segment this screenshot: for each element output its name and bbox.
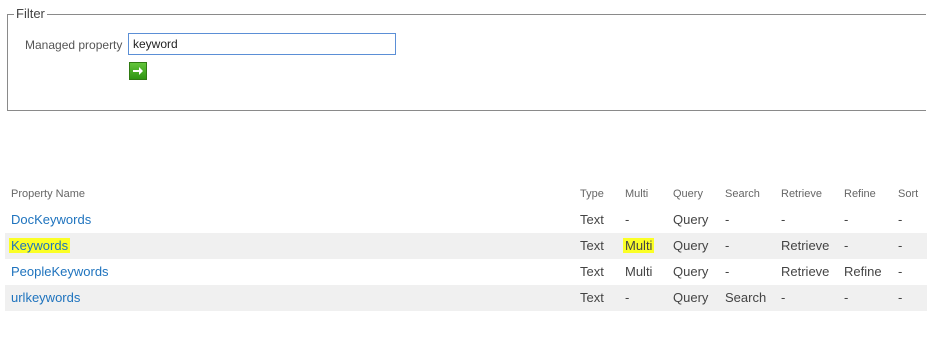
table-row: DocKeywords Text - Query - - - - <box>5 207 927 233</box>
managed-property-input[interactable] <box>128 33 396 55</box>
cell-retrieve: - <box>781 290 786 305</box>
cell-refine: Refine <box>844 264 882 279</box>
cell-sort: - <box>898 264 903 279</box>
cell-type: Text <box>580 212 604 227</box>
cell-sort: - <box>898 212 903 227</box>
cell-query: Query <box>673 264 709 279</box>
table-row: Keywords Text Multi Query - Retrieve - - <box>5 233 927 259</box>
table-row: urlkeywords Text - Query Search - - - <box>5 285 927 311</box>
cell-refine: - <box>844 212 849 227</box>
cell-multi: - <box>625 212 630 227</box>
cell-query: Query <box>673 238 709 253</box>
cell-multi: - <box>625 290 630 305</box>
highlight-multi: Multi <box>623 238 655 253</box>
cell-sort: - <box>898 238 903 253</box>
results-table: Property Name Type Multi Query Search Re… <box>5 181 927 311</box>
cell-search: - <box>725 238 730 253</box>
cell-multi: Multi <box>625 264 653 279</box>
cell-query: Query <box>673 290 709 305</box>
cell-query: Query <box>673 212 709 227</box>
property-link-keywords[interactable]: Keywords <box>9 233 71 259</box>
header-query: Query <box>673 188 703 200</box>
filter-legend: Filter <box>14 6 47 21</box>
property-link-peoplekeywords[interactable]: PeopleKeywords <box>11 259 109 285</box>
arrow-right-icon <box>133 67 143 75</box>
cell-type: Text <box>580 264 604 279</box>
cell-multi: Multi <box>623 233 655 259</box>
highlight-keywords: Keywords <box>9 238 71 253</box>
cell-search: - <box>725 264 730 279</box>
property-link-urlkeywords[interactable]: urlkeywords <box>11 285 80 311</box>
property-link-dockeywords[interactable]: DocKeywords <box>11 207 91 233</box>
header-property-name: Property Name <box>11 188 85 200</box>
cell-retrieve: Retrieve <box>781 238 830 253</box>
cell-retrieve: Retrieve <box>781 264 830 279</box>
header-type: Type <box>580 188 604 200</box>
header-search: Search <box>725 188 760 200</box>
cell-retrieve: - <box>781 212 786 227</box>
cell-type: Text <box>580 290 604 305</box>
managed-property-label: Managed property <box>25 38 123 52</box>
cell-search: Search <box>725 290 767 305</box>
cell-search: - <box>725 212 730 227</box>
header-refine: Refine <box>844 188 876 200</box>
header-multi: Multi <box>625 188 649 200</box>
header-sort: Sort <box>898 188 919 200</box>
cell-type: Text <box>580 238 604 253</box>
table-row: PeopleKeywords Text Multi Query - Retrie… <box>5 259 927 285</box>
cell-refine: - <box>844 290 849 305</box>
cell-refine: - <box>844 238 849 253</box>
cell-sort: - <box>898 290 903 305</box>
go-button[interactable] <box>129 62 147 80</box>
table-header-row: Property Name Type Multi Query Search Re… <box>5 181 927 207</box>
header-retrieve: Retrieve <box>781 188 822 200</box>
